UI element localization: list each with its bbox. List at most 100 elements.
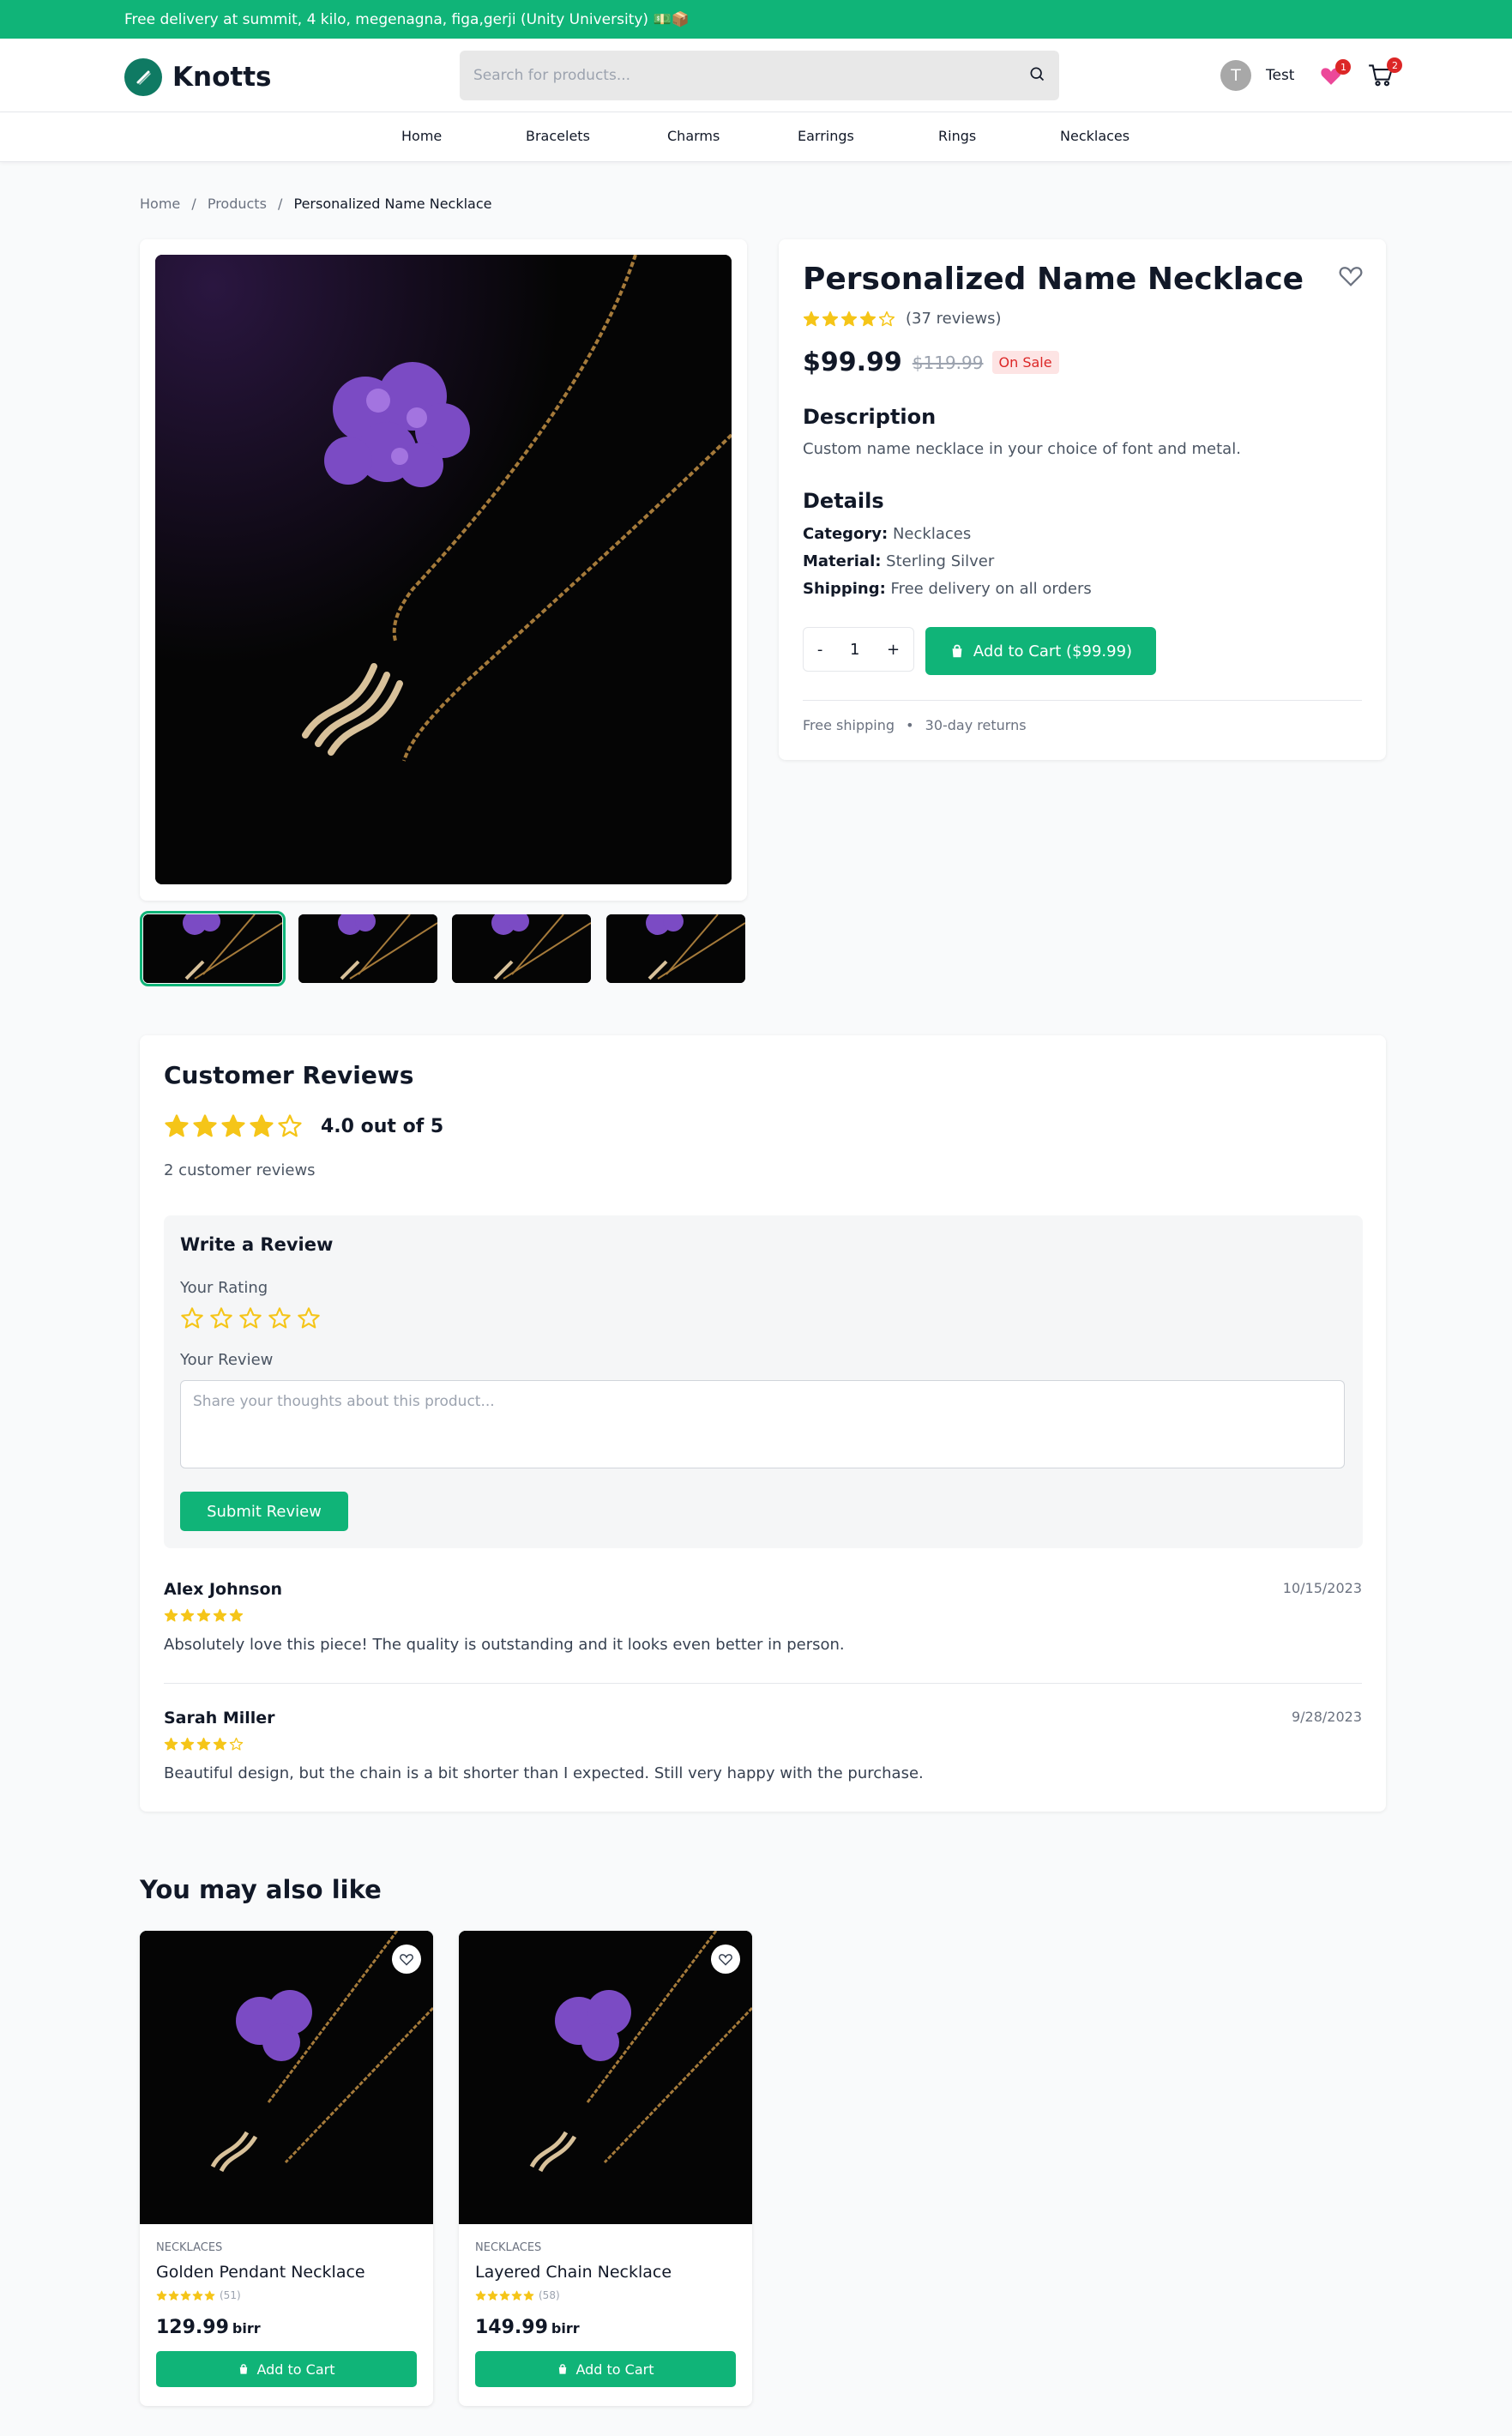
product-thumbnail[interactable]: [606, 914, 745, 983]
breadcrumb-products[interactable]: Products: [208, 196, 267, 212]
review-stars: [164, 1608, 245, 1626]
product-card-rating: (58): [475, 2289, 560, 2301]
product-card-image[interactable]: [140, 1931, 433, 2224]
detail-shipping: Shipping: Free delivery on all orders: [803, 580, 1092, 598]
qty-increase-button[interactable]: +: [887, 641, 900, 659]
qty-value[interactable]: 1: [850, 641, 859, 659]
search-bar: [460, 51, 1059, 100]
announcement-bar: Free delivery at summit, 4 kilo, megenag…: [0, 0, 1512, 39]
product-title: Personalized Name Necklace: [803, 262, 1304, 297]
rating-count: (51): [220, 2289, 241, 2301]
nav-item-rings[interactable]: Rings: [938, 128, 976, 144]
detail-label: Material:: [803, 552, 882, 570]
add-to-cart-label: Add to Cart: [256, 2361, 335, 2378]
heart-icon[interactable]: [711, 1945, 740, 1974]
review-date: 10/15/2023: [1282, 1580, 1362, 1596]
star-filled-icon: [164, 1608, 178, 1623]
wishlist-button[interactable]: 1: [1320, 59, 1352, 86]
product-card[interactable]: NECKLACES Golden Pendant Necklace (51) 1…: [140, 1931, 433, 2406]
average-rating: 4.0 out of 5: [164, 1113, 443, 1139]
star-icon[interactable]: [297, 1306, 321, 1334]
product-info: Personalized Name Necklace (37 reviews) …: [779, 239, 1386, 760]
product-thumbnail[interactable]: [298, 914, 437, 983]
star-filled-icon: [180, 1608, 195, 1623]
star-filled-icon: [180, 2290, 191, 2301]
product-card-name[interactable]: Layered Chain Necklace: [475, 2263, 672, 2282]
detail-category: Category: Necklaces: [803, 525, 971, 543]
review-textarea[interactable]: Share your thoughts about this product..…: [180, 1380, 1345, 1468]
qty-decrease-button[interactable]: -: [817, 641, 823, 659]
main-nav: Home Bracelets Charms Earrings Rings Nec…: [0, 112, 1512, 162]
add-to-cart-button[interactable]: Add to Cart: [156, 2351, 417, 2387]
star-rating: [475, 2290, 535, 2301]
star-filled-icon: [249, 1113, 274, 1139]
user-name[interactable]: Test: [1266, 67, 1294, 84]
search-input[interactable]: [473, 67, 1028, 84]
product-thumbnail[interactable]: [140, 911, 286, 986]
nav-item-earrings[interactable]: Earrings: [798, 128, 854, 144]
review-count[interactable]: (37 reviews): [906, 310, 1002, 328]
breadcrumb: Home / Products / Personalized Name Neck…: [140, 196, 499, 212]
divider: [164, 1683, 1362, 1684]
star-empty-icon: [878, 311, 895, 328]
star-filled-icon: [204, 2290, 215, 2301]
star-icon[interactable]: [238, 1306, 262, 1334]
bag-icon: [559, 2364, 567, 2374]
star-empty-icon: [229, 1737, 244, 1752]
rating-input: [180, 1306, 326, 1334]
add-to-cart-button[interactable]: Add to Cart ($99.99): [925, 627, 1156, 675]
star-rating: [164, 1113, 305, 1139]
product-main-image[interactable]: [155, 255, 732, 884]
breadcrumb-current: Personalized Name Necklace: [293, 196, 492, 212]
star-rating: [156, 2290, 216, 2301]
nav-item-necklaces[interactable]: Necklaces: [1060, 128, 1129, 144]
review-label: Your Review: [180, 1351, 274, 1369]
logo-icon: [124, 58, 162, 96]
star-rating: [803, 311, 897, 328]
wishlist-count-badge: 1: [1335, 59, 1352, 75]
product-card-image[interactable]: [459, 1931, 752, 2224]
price-value: 129.99: [156, 2317, 229, 2338]
review-count-text: 2 customer reviews: [164, 1161, 316, 1179]
header-actions: T Test 1 2: [1220, 57, 1403, 91]
breadcrumb-home[interactable]: Home: [140, 196, 180, 212]
shipping-returns-note: Free shipping • 30-day returns: [803, 717, 1027, 733]
heart-icon[interactable]: [1338, 263, 1364, 291]
product-card-name[interactable]: Golden Pendant Necklace: [156, 2263, 365, 2282]
nav-item-home[interactable]: Home: [401, 128, 442, 144]
star-filled-icon: [168, 2290, 179, 2301]
sale-badge: On Sale: [991, 351, 1059, 374]
currency: birr: [232, 2320, 261, 2337]
cart-button[interactable]: 2: [1368, 57, 1403, 87]
star-filled-icon: [475, 2290, 486, 2301]
add-to-cart-label: Add to Cart ($99.99): [973, 642, 1133, 660]
star-icon[interactable]: [209, 1306, 233, 1334]
add-to-cart-button[interactable]: Add to Cart: [475, 2351, 736, 2387]
bag-icon: [952, 644, 962, 658]
star-filled-icon: [499, 2290, 510, 2301]
star-filled-icon: [156, 2290, 167, 2301]
quantity-stepper: - 1 +: [803, 627, 914, 672]
reviews-title: Customer Reviews: [164, 1061, 414, 1089]
brand-logo[interactable]: Knotts: [124, 58, 271, 96]
product-card-price: 149.99 birr: [475, 2317, 580, 2338]
rating-label: Your Rating: [180, 1279, 268, 1297]
review-date: 9/28/2023: [1291, 1709, 1362, 1725]
star-filled-icon: [164, 1737, 178, 1752]
star-icon[interactable]: [268, 1306, 292, 1334]
rating-count: (58): [539, 2289, 560, 2301]
product-gallery: [140, 239, 747, 901]
detail-label: Category:: [803, 525, 889, 543]
nav-item-bracelets[interactable]: Bracelets: [526, 128, 590, 144]
divider: [803, 700, 1362, 701]
submit-review-button[interactable]: Submit Review: [180, 1492, 348, 1531]
avatar[interactable]: T: [1220, 60, 1251, 91]
product-thumbnail[interactable]: [452, 914, 591, 983]
heart-icon[interactable]: [392, 1945, 421, 1974]
currency: birr: [551, 2320, 580, 2337]
nav-item-charms[interactable]: Charms: [667, 128, 720, 144]
product-card[interactable]: NECKLACES Layered Chain Necklace (58) 14…: [459, 1931, 752, 2406]
announcement-text: Free delivery at summit, 4 kilo, megenag…: [124, 10, 690, 28]
search-icon[interactable]: [1028, 65, 1045, 86]
star-icon[interactable]: [180, 1306, 204, 1334]
